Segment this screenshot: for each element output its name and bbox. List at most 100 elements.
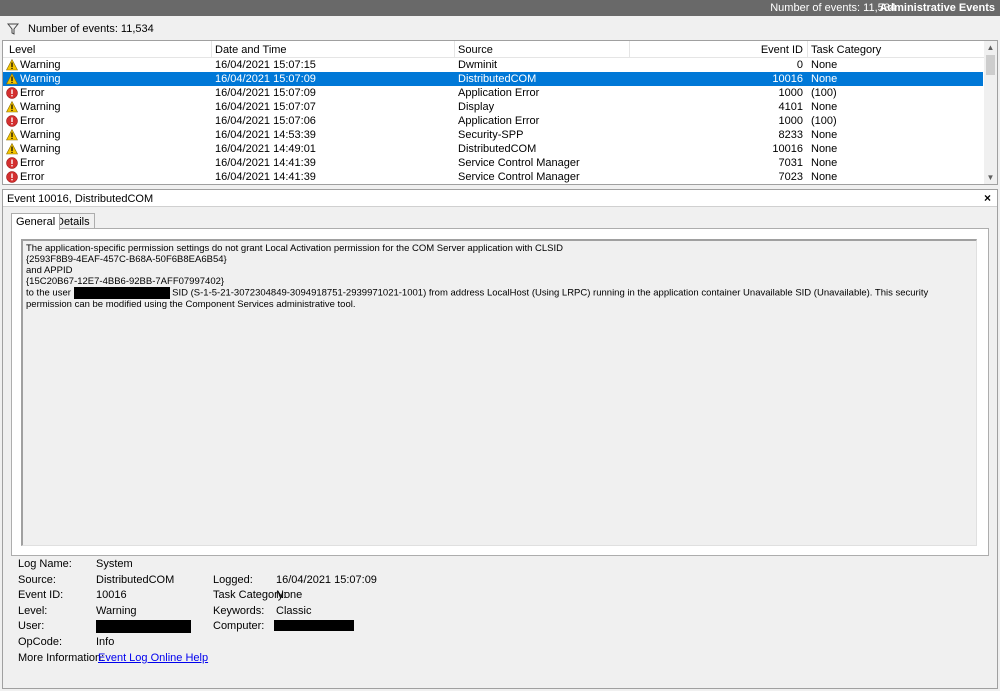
event-message-box[interactable]: The application-specific permission sett…	[21, 239, 977, 546]
grid-scrollbar[interactable]: ▲ ▼	[984, 41, 997, 184]
event-properties: Log Name: System Source: DistributedCOM …	[18, 558, 618, 668]
source-value: DistributedCOM	[96, 574, 175, 586]
event-source: Dwminit	[458, 59, 498, 71]
redacted-computer-value	[274, 620, 354, 631]
message-line: The application-specific permission sett…	[26, 243, 564, 254]
column-separator[interactable]	[629, 41, 630, 58]
event-id: 10016	[772, 73, 803, 85]
event-date: 16/04/2021 14:41:39	[215, 171, 316, 183]
tab-general[interactable]: General	[11, 213, 61, 230]
event-level: Error	[20, 115, 45, 127]
event-source: DistributedCOM	[458, 73, 537, 85]
warning-icon	[6, 143, 18, 155]
event-date: 16/04/2021 15:07:09	[215, 87, 316, 99]
event-row[interactable]: Error 16/04/2021 15:07:06 Application Er…	[3, 114, 983, 128]
event-id: 0	[796, 59, 803, 71]
event-row[interactable]: Warning 16/04/2021 14:53:39 Security-SPP…	[3, 128, 983, 142]
scroll-up-icon[interactable]: ▲	[984, 41, 997, 54]
warning-icon	[6, 101, 18, 113]
event-row[interactable]: Warning 16/04/2021 14:49:01 DistributedC…	[3, 142, 983, 156]
event-date: 16/04/2021 15:07:07	[215, 101, 316, 113]
event-row[interactable]: Error 16/04/2021 15:07:09 Application Er…	[3, 86, 983, 100]
event-id: 1000	[778, 115, 803, 127]
close-icon[interactable]: ×	[984, 191, 991, 205]
event-source: Service Control Manager	[458, 157, 580, 169]
filter-bar: Number of events: 11,534	[0, 18, 1000, 40]
event-row-selected[interactable]: Warning 16/04/2021 15:07:09 DistributedC…	[3, 72, 983, 86]
logged-value: 16/04/2021 15:07:09	[276, 574, 377, 586]
event-date: 16/04/2021 14:49:01	[215, 143, 316, 155]
event-level: Warning	[20, 129, 61, 141]
task-category-value: None	[276, 589, 303, 601]
event-detail-pane: Event 10016, DistributedCOM × General De…	[2, 189, 998, 689]
event-task-category: (100)	[811, 87, 837, 99]
event-row[interactable]: Warning 16/04/2021 15:07:15 Dwminit 0 No…	[3, 58, 983, 72]
warning-icon	[6, 73, 18, 85]
column-header-level[interactable]: Level	[9, 44, 35, 58]
opcode-value: Info	[96, 636, 115, 648]
events-count: Number of events: 11,534	[28, 23, 154, 35]
message-user-line: to the user SID (S-1-5-21-3072304849-309…	[26, 287, 973, 310]
column-header-task-category[interactable]: Task Category	[811, 44, 881, 58]
column-header-date[interactable]: Date and Time	[215, 44, 287, 58]
column-separator[interactable]	[807, 41, 808, 58]
scroll-down-icon[interactable]: ▼	[984, 171, 997, 184]
title-bar: Number of events: 11,534 Administrative …	[0, 0, 1000, 16]
keywords-label: Keywords:	[213, 605, 265, 617]
event-task-category: (100)	[811, 115, 837, 127]
event-row[interactable]: Warning 16/04/2021 15:07:07 Display 4101…	[3, 100, 983, 114]
grid-header: Level Date and Time Source Event ID Task…	[3, 41, 985, 58]
event-level: Error	[20, 157, 45, 169]
event-date: 16/04/2021 15:07:06	[215, 115, 316, 127]
event-log-online-help-link[interactable]: Event Log Online Help	[98, 652, 208, 664]
event-date: 16/04/2021 15:07:15	[215, 59, 316, 71]
general-tab-panel: The application-specific permission sett…	[11, 228, 989, 556]
error-icon	[6, 157, 18, 169]
event-source: Service Control Manager	[458, 171, 580, 183]
level-label: Level:	[18, 605, 48, 617]
source-label: Source:	[18, 574, 56, 586]
event-task-category: None	[811, 129, 838, 141]
event-row[interactable]: Error 16/04/2021 14:41:39 Service Contro…	[3, 170, 983, 184]
event-date: 16/04/2021 14:53:39	[215, 129, 316, 141]
events-grid: Level Date and Time Source Event ID Task…	[2, 40, 998, 185]
event-id-value: 10016	[96, 589, 127, 601]
event-date: 16/04/2021 14:41:39	[215, 157, 316, 169]
error-icon	[6, 115, 18, 127]
event-task-category: None	[811, 73, 838, 85]
scroll-thumb[interactable]	[986, 55, 995, 75]
event-task-category: None	[811, 59, 838, 71]
redacted-user-value	[96, 620, 191, 633]
event-level: Error	[20, 171, 45, 183]
event-task-category: None	[811, 143, 838, 155]
more-info-cell: Event Log Online Help	[98, 652, 208, 664]
column-header-event-id[interactable]: Event ID	[743, 44, 803, 58]
message-text: to the user	[26, 287, 71, 299]
event-source: Application Error	[458, 87, 540, 99]
opcode-label: OpCode:	[18, 636, 63, 648]
event-level: Warning	[20, 59, 61, 71]
event-id: 1000	[778, 87, 803, 99]
log-name-value: System	[96, 558, 133, 570]
log-name-label: Log Name:	[18, 558, 72, 570]
filter-icon[interactable]	[7, 23, 19, 35]
column-header-source[interactable]: Source	[458, 44, 493, 58]
event-id: 10016	[772, 143, 803, 155]
message-clsid: {2593F8B9-4EAF-457C-B68A-50F6B8EA6B54}	[26, 254, 227, 265]
event-level: Warning	[20, 73, 61, 85]
warning-icon	[6, 129, 18, 141]
view-title: Administrative Events	[879, 2, 995, 14]
event-id: 4101	[778, 101, 803, 113]
redacted-user	[73, 287, 170, 299]
column-separator[interactable]	[211, 41, 212, 58]
event-source: Security-SPP	[458, 129, 524, 141]
event-id: 8233	[778, 129, 803, 141]
event-level: Warning	[20, 143, 61, 155]
event-date: 16/04/2021 15:07:09	[215, 73, 316, 85]
event-level: Error	[20, 87, 45, 99]
detail-header: Event 10016, DistributedCOM ×	[3, 190, 997, 207]
column-separator[interactable]	[454, 41, 455, 58]
event-id: 7031	[778, 157, 803, 169]
event-task-category: None	[811, 171, 838, 183]
event-row[interactable]: Error 16/04/2021 14:41:39 Service Contro…	[3, 156, 983, 170]
